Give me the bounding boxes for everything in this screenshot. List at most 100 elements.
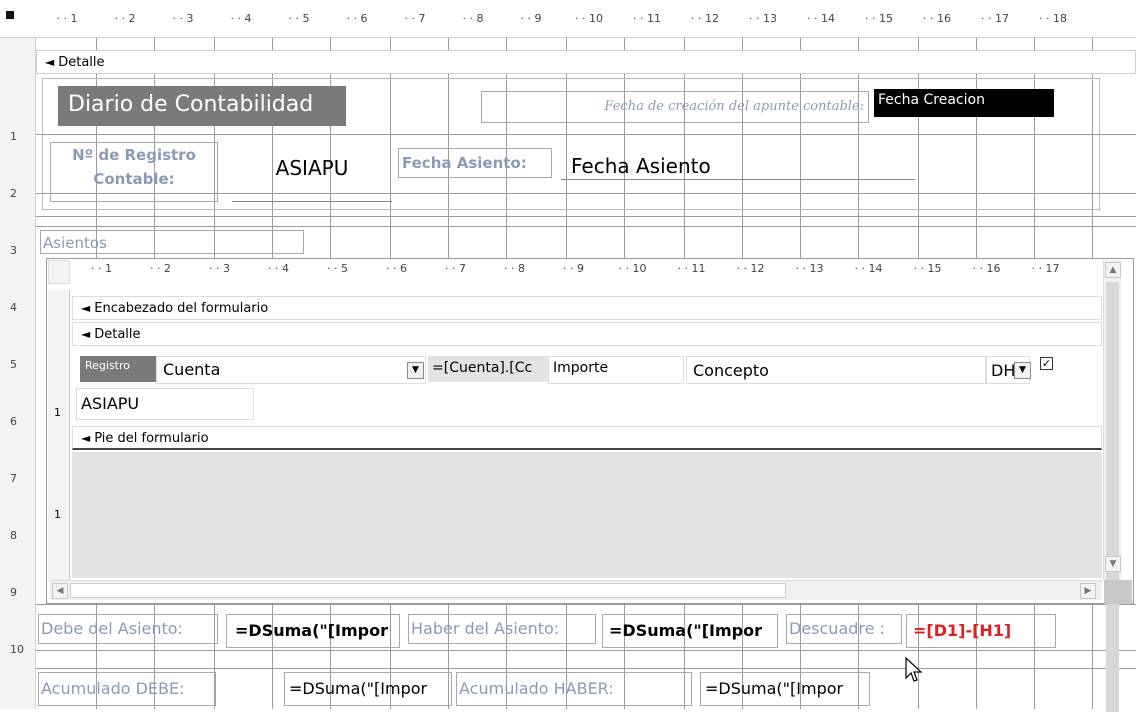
ruler-corner-square-icon[interactable] <box>6 11 14 19</box>
subform-grey-area <box>72 452 1102 578</box>
vertical-ruler: 1 2 3 4 5 6 7 8 9 10 <box>0 38 36 709</box>
subform-ruler-number: · · 17 <box>1031 262 1060 275</box>
subform-ruler-number: · · 8 <box>504 262 525 275</box>
haber-field[interactable]: =DSuma("[Impor <box>602 614 778 648</box>
scroll-right-icon[interactable]: ▶ <box>1080 583 1096 599</box>
section-arrow-icon: ◄ <box>81 431 91 445</box>
ruler-number: 7 <box>10 472 17 485</box>
asiapu-field-sub[interactable]: ASIAPU <box>76 388 254 420</box>
subform-ruler-number: · · 12 <box>736 262 765 275</box>
ruler-number: · · 15 <box>865 12 893 25</box>
descuadre-label[interactable]: Descuadre : <box>786 614 902 644</box>
ruler-number: 4 <box>10 301 17 314</box>
subform-ruler-number: · · 3 <box>209 262 230 275</box>
debe-label[interactable]: Debe del Asiento: <box>38 614 218 644</box>
dh-dropdown-icon[interactable]: ▼ <box>1014 362 1031 379</box>
subform-left-ruler: 1 1 <box>48 290 70 580</box>
fecha-creacion-label[interactable]: Fecha de creación del apunte contable: <box>481 91 869 123</box>
ruler-number: · · 9 <box>520 12 542 25</box>
section-bar-detalle-sub[interactable]: ◄ Detalle <box>72 322 1102 346</box>
ruler-number: · · 11 <box>633 12 661 25</box>
grid-line <box>36 226 1136 227</box>
acumulado-debe-field[interactable]: =DSuma("[Impor <box>284 672 452 706</box>
section-bar-encabezado[interactable]: ◄ Encabezado del formulario <box>72 296 1102 320</box>
ruler-number: · · 13 <box>749 12 777 25</box>
ruler-number: 6 <box>10 415 17 428</box>
cuenta-combo[interactable]: Cuenta <box>156 356 426 384</box>
registro-label-sub[interactable]: Registro <box>80 356 156 382</box>
subform-ruler: · · 1 · · 2 · · 3 · · 4 · · 5 · · 6 · · 7 · · 8… <box>72 262 1102 282</box>
acumulado-haber-label[interactable]: Acumulado HABER: <box>456 672 692 706</box>
mouse-cursor-icon <box>905 656 923 682</box>
concepto-field[interactable]: Concepto <box>686 356 986 384</box>
fecha-creacion-field[interactable]: Fecha Creacion <box>874 89 1054 117</box>
subform-ruler-number: · · 11 <box>677 262 706 275</box>
ruler-number: · · 10 <box>575 12 603 25</box>
section-bar-detalle[interactable]: ◄ Detalle <box>36 50 1136 74</box>
descuadre-field[interactable]: =[D1]-[H1] <box>906 614 1056 648</box>
scroll-thumb[interactable] <box>1106 282 1119 712</box>
importe-field[interactable]: Importe <box>548 356 684 384</box>
subform-horizontal-scrollbar[interactable]: ◀ ▶ <box>50 580 1102 600</box>
fecha-asiento-field[interactable]: Fecha Asiento <box>561 148 915 180</box>
ruler-number: 5 <box>10 358 17 371</box>
section-bar-pie[interactable]: ◄ Pie del formulario <box>72 426 1102 450</box>
asientos-label[interactable]: Asientos <box>40 230 304 254</box>
ruler-ticks: · · 1 · · 2 · · 3 · · 4 · · 5 · · 6 · · 7 · · 8… <box>38 12 1136 28</box>
subform-ruler-number: · · 10 <box>618 262 647 275</box>
subform-ruler-number: · · 5 <box>327 262 348 275</box>
acumulado-haber-field[interactable]: =DSuma("[Impor <box>700 672 870 706</box>
subform-ruler-corner[interactable] <box>48 260 70 284</box>
ruler-number: · · 18 <box>1039 12 1067 25</box>
section-arrow-icon: ◄ <box>45 55 55 69</box>
subform-ruler-number: · · 7 <box>445 262 466 275</box>
ruler-number: · · 14 <box>807 12 835 25</box>
subform-ruler-number: · · 4 <box>268 262 289 275</box>
fecha-asiento-label[interactable]: Fecha Asiento: <box>398 148 552 178</box>
horizontal-ruler: · · 1 · · 2 · · 3 · · 4 · · 5 · · 6 · · 7 · · 8… <box>0 0 1136 38</box>
ruler-number: · · 6 <box>346 12 368 25</box>
registro-field[interactable]: ASIAPU <box>232 144 392 202</box>
ruler-number: 2 <box>10 187 17 200</box>
grid-line <box>36 216 1136 217</box>
grid-line <box>36 604 1136 605</box>
scroll-thumb-horizontal[interactable] <box>70 583 786 598</box>
debe-field[interactable]: =DSuma("[Impor <box>226 614 400 648</box>
subform-ruler-number: · · 13 <box>795 262 824 275</box>
ruler-number: · · 7 <box>404 12 426 25</box>
scrollbar-corner <box>1104 580 1132 604</box>
ruler-number: 1 <box>10 130 17 143</box>
ruler-number: · · 5 <box>288 12 310 25</box>
ruler-number: 3 <box>10 244 17 257</box>
cuenta-expr-field[interactable]: =[Cuenta].[Cc <box>428 356 548 382</box>
subform-ruler-number: · · 16 <box>972 262 1001 275</box>
section-arrow-icon: ◄ <box>81 327 91 341</box>
subform-ruler-number: · · 15 <box>913 262 942 275</box>
ruler-number: · · 8 <box>462 12 484 25</box>
subform-ruler-number: · · 2 <box>150 262 171 275</box>
ruler-number: · · 3 <box>172 12 194 25</box>
section-arrow-icon: ◄ <box>81 301 91 315</box>
scroll-down-icon[interactable]: ▼ <box>1105 556 1121 572</box>
ruler-number: 10 <box>10 643 24 656</box>
scroll-left-icon[interactable]: ◀ <box>52 583 68 599</box>
ruler-number: · · 4 <box>230 12 252 25</box>
form-title[interactable]: Diario de Contabilidad <box>58 86 346 126</box>
haber-label[interactable]: Haber del Asiento: <box>408 614 596 644</box>
subform-ruler-number: · · 9 <box>563 262 584 275</box>
ruler-number: 8 <box>10 529 17 542</box>
grid-line <box>36 650 1136 651</box>
registro-label[interactable]: Nº de Registro Contable: <box>50 142 218 202</box>
scroll-up-icon[interactable]: ▲ <box>1105 262 1121 278</box>
subform-ruler-number: · · 1 <box>91 262 112 275</box>
cuenta-dropdown-icon[interactable]: ▼ <box>407 362 424 379</box>
ruler-number: · · 12 <box>691 12 719 25</box>
ruler-number: · · 1 <box>56 12 78 25</box>
acumulado-debe-label[interactable]: Acumulado DEBE: <box>38 672 216 706</box>
subform-ruler-number: · · 14 <box>854 262 883 275</box>
subform-vertical-scrollbar[interactable]: ▲ ▼ <box>1103 260 1121 712</box>
subform-ruler-number: · · 6 <box>386 262 407 275</box>
ruler-number: · · 17 <box>981 12 1009 25</box>
grid-line <box>36 668 1136 669</box>
check-icon[interactable]: ✓ <box>1040 357 1053 370</box>
